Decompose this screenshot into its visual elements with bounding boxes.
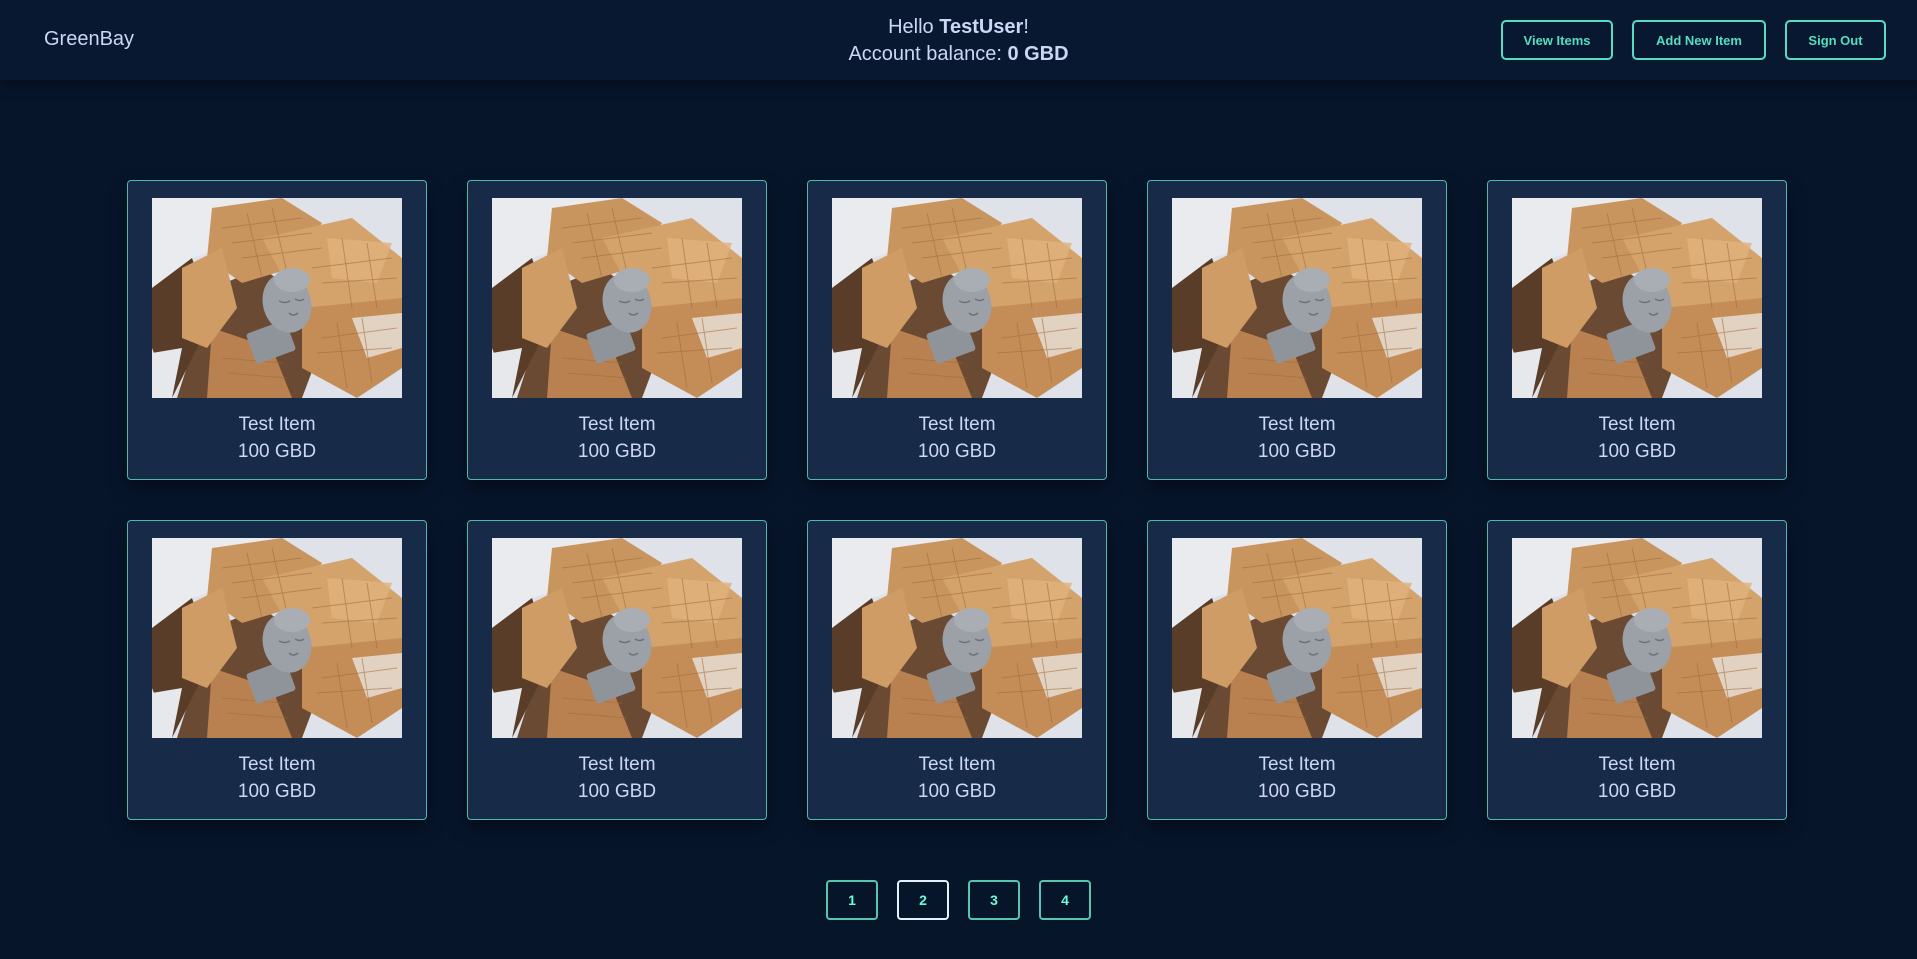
item-image bbox=[1172, 198, 1422, 398]
user-greeting: Hello TestUser! Account balance: 0 GBD bbox=[0, 14, 1917, 68]
item-card[interactable]: Test Item 100 GBD bbox=[1487, 180, 1787, 480]
item-card[interactable]: Test Item 100 GBD bbox=[127, 180, 427, 480]
item-image bbox=[832, 538, 1082, 738]
item-name: Test Item bbox=[1258, 754, 1336, 775]
add-new-item-button[interactable]: Add New Item bbox=[1632, 20, 1766, 60]
item-price: 100 GBD bbox=[1597, 781, 1677, 802]
item-name: Test Item bbox=[1598, 414, 1676, 435]
item-price: 100 GBD bbox=[1257, 781, 1337, 802]
item-name: Test Item bbox=[238, 414, 316, 435]
item-image bbox=[492, 538, 742, 738]
item-name: Test Item bbox=[238, 754, 316, 775]
balance-line: Account balance: 0 GBD bbox=[0, 41, 1917, 68]
item-image bbox=[1512, 538, 1762, 738]
item-name: Test Item bbox=[1598, 754, 1676, 775]
item-card[interactable]: Test Item 100 GBD bbox=[807, 520, 1107, 820]
item-image bbox=[1172, 538, 1422, 738]
item-image bbox=[492, 198, 742, 398]
greeting-suffix: ! bbox=[1023, 16, 1029, 38]
item-price: 100 GBD bbox=[237, 781, 317, 802]
top-navbar: GreenBay Hello TestUser! Account balance… bbox=[0, 0, 1917, 80]
item-card[interactable]: Test Item 100 GBD bbox=[1147, 180, 1447, 480]
item-price: 100 GBD bbox=[237, 441, 317, 462]
item-price: 100 GBD bbox=[577, 781, 657, 802]
item-name: Test Item bbox=[578, 414, 656, 435]
item-card[interactable]: Test Item 100 GBD bbox=[467, 180, 767, 480]
item-name: Test Item bbox=[918, 414, 996, 435]
brand-logo-text[interactable]: GreenBay bbox=[44, 28, 134, 51]
page-button-3[interactable]: 3 bbox=[968, 880, 1020, 920]
item-image bbox=[1512, 198, 1762, 398]
item-image bbox=[832, 198, 1082, 398]
balance-value: 0 GBD bbox=[1007, 43, 1069, 65]
page-button-2-current[interactable]: 2 bbox=[897, 880, 949, 920]
page-button-1[interactable]: 1 bbox=[826, 880, 878, 920]
item-price: 100 GBD bbox=[917, 781, 997, 802]
item-name: Test Item bbox=[578, 754, 656, 775]
item-price: 100 GBD bbox=[577, 441, 657, 462]
item-image bbox=[152, 198, 402, 398]
item-name: Test Item bbox=[1258, 414, 1336, 435]
item-price: 100 GBD bbox=[1257, 441, 1337, 462]
item-card[interactable]: Test Item 100 GBD bbox=[467, 520, 767, 820]
item-price: 100 GBD bbox=[917, 441, 997, 462]
page-button-4[interactable]: 4 bbox=[1039, 880, 1091, 920]
item-card[interactable]: Test Item 100 GBD bbox=[807, 180, 1107, 480]
item-image bbox=[152, 538, 402, 738]
balance-label: Account balance: bbox=[848, 43, 1008, 65]
greeting-prefix: Hello bbox=[888, 16, 940, 38]
greeting-line: Hello TestUser! bbox=[0, 14, 1917, 41]
pagination: 1 2 3 4 bbox=[0, 880, 1917, 920]
item-price: 100 GBD bbox=[1597, 441, 1677, 462]
username: TestUser bbox=[939, 16, 1024, 38]
item-card[interactable]: Test Item 100 GBD bbox=[1487, 520, 1787, 820]
view-items-button[interactable]: View Items bbox=[1501, 20, 1613, 60]
items-grid: Test Item 100 GBD Test Item 100 GBD Test… bbox=[127, 180, 1787, 820]
item-card[interactable]: Test Item 100 GBD bbox=[1147, 520, 1447, 820]
item-name: Test Item bbox=[918, 754, 996, 775]
item-card[interactable]: Test Item 100 GBD bbox=[127, 520, 427, 820]
sign-out-button[interactable]: Sign Out bbox=[1785, 20, 1886, 60]
